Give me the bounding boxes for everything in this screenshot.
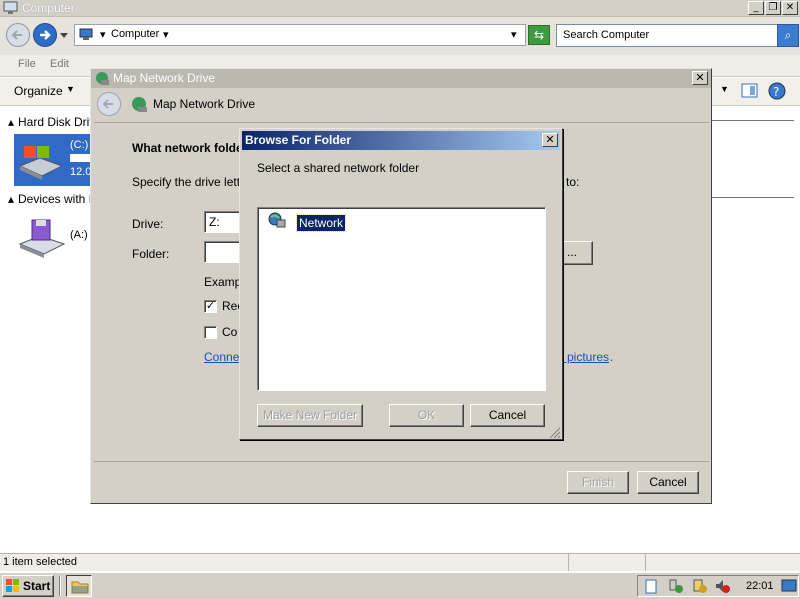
wizard-instructions-tail: to: <box>566 175 580 189</box>
make-new-folder-button[interactable]: Make New Folder <box>257 404 363 427</box>
breadcrumb-chevron-icon[interactable]: ▾ <box>163 28 169 41</box>
close-button[interactable]: ✕ <box>782 1 798 15</box>
network-drive-icon <box>96 72 109 85</box>
network-status-icon[interactable] <box>668 578 684 594</box>
forward-arrow-icon <box>40 30 51 40</box>
organize-button[interactable]: Organize <box>14 84 63 98</box>
folder-label: Folder: <box>132 247 170 261</box>
back-arrow-icon <box>102 99 113 109</box>
breadcrumb-computer[interactable]: Computer <box>111 28 159 40</box>
svg-text:?: ? <box>773 85 779 99</box>
taskbar-explorer-button[interactable] <box>66 575 92 597</box>
start-label: Start <box>23 579 51 593</box>
computer-icon <box>3 1 18 14</box>
volume-muted-icon[interactable] <box>714 578 730 594</box>
tree-item-network[interactable]: Network <box>268 212 378 232</box>
drive-c-label: (C:) <box>70 139 89 151</box>
forward-button[interactable] <box>33 23 57 47</box>
window-title: Computer <box>22 1 75 15</box>
group-toggle-icon[interactable]: ▴ <box>8 115 14 129</box>
connect-website-link[interactable]: Conne <box>204 350 239 364</box>
back-arrow-icon <box>11 30 22 40</box>
group-divider <box>712 197 794 198</box>
search-input[interactable]: Search Computer <box>556 24 778 47</box>
wizard-instructions: Specify the drive lett <box>132 175 241 189</box>
start-button[interactable]: Start <box>2 575 54 597</box>
show-desktop-icon[interactable] <box>781 579 797 593</box>
help-icon[interactable]: ? <box>768 82 786 100</box>
drive-c-tile[interactable]: (C:) 12.0 <box>14 134 92 186</box>
refresh-icon: ⇆ <box>533 28 545 42</box>
floppy-drive-icon[interactable] <box>16 216 68 258</box>
refresh-button[interactable]: ⇆ <box>528 25 550 45</box>
wizard-header: Map Network Drive <box>95 90 709 120</box>
address-bar[interactable]: ▾ Computer ▾ ▾ <box>74 24 526 46</box>
breadcrumb-separator-icon[interactable]: ▾ <box>100 28 106 41</box>
group-divider <box>712 120 794 121</box>
tree-item-label: Network <box>295 214 347 232</box>
browse-for-folder-dialog: Browse For Folder ✕ Select a shared netw… <box>239 128 563 440</box>
browse-cancel-button[interactable]: Cancel <box>470 404 545 427</box>
wizard-header-title: Map Network Drive <box>153 97 256 111</box>
link-period: . <box>610 350 614 364</box>
status-divider <box>645 554 646 571</box>
organize-dropdown-icon[interactable]: ▼ <box>66 84 75 94</box>
security-icon[interactable] <box>692 578 708 594</box>
content-pane: ▴ Hard Disk Drive (C:) 12.0 ▴ Devices wi… <box>0 106 102 554</box>
status-text: 1 item selected <box>3 556 77 568</box>
store-documents-link[interactable]: d pictures <box>557 350 609 364</box>
windows-logo-icon <box>6 579 19 592</box>
reconnect-checkbox[interactable]: ✓ <box>204 300 217 313</box>
different-credentials-checkbox[interactable] <box>204 326 217 339</box>
folder-tree[interactable]: Network <box>257 207 546 391</box>
drive-select[interactable]: Z: <box>204 211 244 233</box>
wizard-footer: Finish Cancel <box>94 461 709 503</box>
browse-close-button[interactable]: ✕ <box>542 133 558 147</box>
wizard-back-button[interactable] <box>97 92 121 116</box>
preview-pane-icon[interactable] <box>741 83 758 99</box>
different-credentials-label: Co <box>222 325 238 339</box>
group-toggle-icon[interactable]: ▴ <box>8 192 14 206</box>
resize-grip-icon[interactable] <box>549 427 561 439</box>
computer-icon <box>79 28 93 40</box>
network-drive-icon <box>132 97 147 112</box>
browse-prompt: Select a shared network folder <box>257 161 420 175</box>
status-divider <box>568 554 569 571</box>
example-text: Examp <box>204 275 242 289</box>
finish-button[interactable]: Finish <box>567 471 629 494</box>
drive-label: Drive: <box>132 217 164 231</box>
recent-pages-chevron-icon[interactable] <box>60 33 69 39</box>
minimize-button[interactable]: _ <box>748 1 764 15</box>
network-icon <box>268 212 286 228</box>
drive-c-usage-bar <box>70 154 92 162</box>
dialog-title-bar: Map Network Drive ✕ <box>91 69 711 88</box>
ok-button[interactable]: OK <box>389 404 464 427</box>
folder-icon <box>71 581 89 594</box>
dialog-title: Map Network Drive <box>113 71 216 85</box>
search-icon[interactable]: ⌕ <box>777 24 799 47</box>
back-button[interactable] <box>6 23 30 47</box>
browse-title-bar: Browse For Folder ✕ <box>242 131 560 150</box>
status-bar: 1 item selected <box>0 553 800 571</box>
group-header-removable[interactable]: Devices with R <box>18 192 97 206</box>
explorer-title-bar: Computer _ ❐ ✕ <box>0 0 800 17</box>
menu-file[interactable]: File <box>18 58 36 70</box>
cancel-button[interactable]: Cancel <box>637 471 699 494</box>
drive-a-label[interactable]: (A:) <box>70 229 88 241</box>
folder-input[interactable] <box>204 241 244 263</box>
system-tray: 22:01 <box>637 575 799 597</box>
hard-disk-icon <box>18 146 64 180</box>
clock[interactable]: 22:01 <box>746 580 774 592</box>
taskbar: Start 22:01 <box>0 572 800 599</box>
menu-edit[interactable]: Edit <box>50 58 69 70</box>
views-dropdown-icon[interactable]: ▼ <box>720 84 729 94</box>
browse-title: Browse For Folder <box>245 133 352 147</box>
dialog-close-button[interactable]: ✕ <box>692 71 708 85</box>
address-dropdown-icon[interactable]: ▾ <box>511 28 517 41</box>
document-icon[interactable] <box>644 579 658 594</box>
maximize-button[interactable]: ❐ <box>765 1 781 15</box>
taskbar-divider <box>59 576 61 596</box>
drive-c-size: 12.0 <box>70 166 92 178</box>
wizard-question: What network folde <box>132 141 243 155</box>
